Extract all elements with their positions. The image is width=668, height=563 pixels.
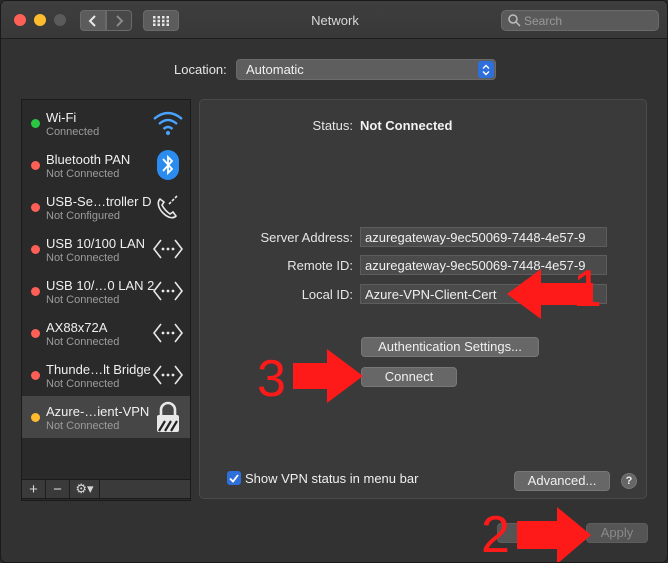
location-select[interactable]: Automatic [236, 59, 496, 80]
service-status: Not Connected [46, 252, 120, 264]
location-label: Location: [174, 62, 227, 77]
service-item-thunderbolt-bridge[interactable]: Thunde…lt Bridge Not Connected [22, 354, 190, 396]
remove-service-button[interactable]: − [46, 480, 70, 498]
ethernet-icon [152, 234, 184, 264]
bluetooth-icon [152, 150, 184, 180]
service-item-ax88x72a[interactable]: AX88x72A Not Connected [22, 312, 190, 354]
network-preferences-window: Network Location: Automatic Wi-Fi Connec… [0, 0, 668, 563]
actions-menu-button[interactable]: ⚙▾ [70, 480, 100, 498]
service-item-bluetooth-pan[interactable]: Bluetooth PAN Not Connected [22, 144, 190, 186]
apply-button[interactable]: Apply [586, 523, 648, 543]
search-field[interactable] [501, 10, 659, 31]
status-dot [31, 287, 40, 296]
service-name: Wi-Fi [46, 110, 77, 125]
remote-id-label: Remote ID: [287, 258, 353, 273]
status-dot [31, 329, 40, 338]
annotation-number-2: 2 [481, 506, 510, 563]
service-item-wifi[interactable]: Wi-Fi Connected [22, 102, 190, 144]
local-id-label: Local ID: [301, 287, 353, 302]
add-service-button[interactable]: + [22, 480, 46, 498]
ethernet-icon [152, 360, 184, 390]
service-status: Not Connected [46, 378, 120, 390]
advanced-button[interactable]: Advanced... [514, 471, 610, 491]
ethernet-icon [152, 318, 184, 348]
annotation-arrow-2 [517, 507, 591, 562]
service-name: Bluetooth PAN [46, 152, 131, 167]
service-item-usb-lan[interactable]: USB 10/100 LAN Not Connected [22, 228, 190, 270]
service-name: Azure-…ient-VPN [46, 404, 150, 419]
service-item-usb-serial[interactable]: USB-Se…troller D Not Configured [22, 186, 190, 228]
search-input[interactable] [524, 13, 654, 28]
phone-icon [152, 192, 184, 222]
service-status: Not Configured [46, 210, 120, 222]
service-name: USB 10/…0 LAN 2 [46, 278, 155, 293]
service-list-toolbar: + − ⚙▾ [21, 479, 191, 499]
service-status: Not Connected [46, 420, 120, 432]
service-name: USB 10/100 LAN [46, 236, 146, 251]
service-list: Wi-Fi Connected Bluetooth PAN Not Connec… [21, 99, 191, 501]
location-value: Automatic [246, 62, 304, 77]
status-value: Not Connected [360, 118, 453, 133]
vpn-lock-icon [152, 401, 184, 432]
show-vpn-status-checkbox[interactable] [227, 471, 241, 485]
annotation-arrow-3 [293, 349, 363, 403]
server-address-field[interactable] [360, 227, 607, 247]
authentication-settings-button[interactable]: Authentication Settings... [361, 337, 539, 357]
ethernet-icon [152, 276, 184, 306]
service-status: Connected [46, 126, 100, 138]
show-vpn-status-label: Show VPN status in menu bar [245, 471, 419, 486]
connect-button[interactable]: Connect [361, 367, 457, 387]
service-item-usb-lan-2[interactable]: USB 10/…0 LAN 2 Not Connected [22, 270, 190, 312]
service-item-azure-vpn[interactable]: Azure-…ient-VPN Not Connected [22, 396, 190, 438]
checkmark-icon [229, 473, 239, 483]
service-status: Not Connected [46, 336, 120, 348]
service-name: USB-Se…troller D [46, 194, 152, 209]
select-arrows-icon [478, 61, 494, 78]
service-status: Not Connected [46, 168, 120, 180]
status-dot [31, 161, 40, 170]
status-label: Status: [312, 118, 353, 133]
status-dot [31, 371, 40, 380]
status-dot [31, 245, 40, 254]
wifi-icon [152, 108, 184, 138]
title-bar: Network [1, 1, 667, 39]
status-dot [31, 203, 40, 212]
server-address-label: Server Address: [260, 230, 354, 245]
annotation-number-1: 1 [573, 260, 602, 318]
service-name: AX88x72A [46, 320, 108, 335]
status-dot [31, 413, 40, 422]
service-status: Not Connected [46, 294, 120, 306]
search-icon [508, 14, 521, 27]
status-dot [31, 119, 40, 128]
annotation-number-3: 3 [257, 350, 286, 408]
help-button[interactable]: ? [621, 473, 637, 489]
service-name: Thunde…lt Bridge [46, 362, 151, 377]
